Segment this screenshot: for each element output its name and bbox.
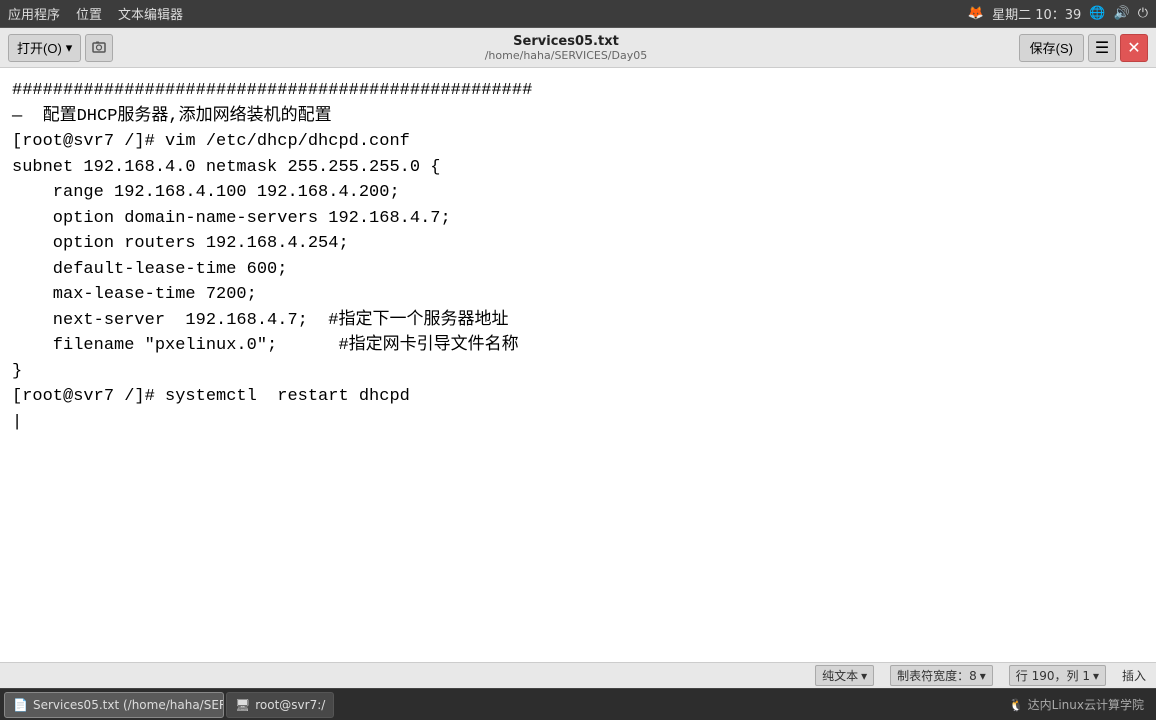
position-label: 行 190，列 1	[1016, 667, 1090, 684]
editor-line: filename "pxelinux.0"; #指定网卡引导文件名称	[12, 333, 1144, 359]
editor-line: option routers 192.168.4.254;	[12, 231, 1144, 257]
editor-line: [root@svr7 /]# vim /etc/dhcp/dhcpd.conf	[12, 129, 1144, 155]
editor-task-label: Services05.txt (/home/haha/SERVIC...	[33, 698, 224, 712]
mode-status: 插入	[1122, 667, 1146, 684]
file-title: Services05.txt	[513, 34, 619, 49]
system-bar: 应用程序 位置 文本编辑器 🦊 星期二 10：39 🌐 🔊 ⏻	[0, 0, 1156, 28]
tab-width-label: 制表符宽度：8	[897, 667, 977, 684]
editor-line: [root@svr7 /]# systemctl restart dhcpd	[12, 384, 1144, 410]
position-status: 行 190，列 1 ▾	[1009, 665, 1106, 686]
taskbar: 📄 Services05.txt (/home/haha/SERVIC... 🖥…	[0, 688, 1156, 720]
editor-task-icon: 📄	[13, 698, 28, 712]
toolbar-right: 保存(S) ☰ ✕	[1019, 34, 1148, 62]
plain-text-status: 纯文本 ▾	[815, 665, 874, 686]
firefox-icon: 🦊	[968, 6, 984, 21]
menu-button[interactable]: ☰	[1088, 34, 1116, 62]
status-bar: 纯文本 ▾ 制表符宽度：8 ▾ 行 190，列 1 ▾ 插入	[0, 662, 1156, 688]
open-button[interactable]: 打开(O) ▾	[8, 34, 81, 62]
editor-line: ########################################…	[12, 78, 1144, 104]
terminal-task-icon: 🖥	[235, 698, 250, 712]
position-dropdown[interactable]: 行 190，列 1 ▾	[1009, 665, 1106, 686]
mode-label: 插入	[1122, 667, 1146, 684]
location-menu[interactable]: 位置	[76, 4, 102, 23]
editor-line: range 192.168.4.100 192.168.4.200;	[12, 180, 1144, 206]
tab-width-status: 制表符宽度：8 ▾	[890, 665, 993, 686]
volume-icon: 🔊	[1114, 6, 1130, 21]
position-chevron: ▾	[1093, 669, 1099, 683]
network-icon: 🌐	[1089, 6, 1105, 21]
tab-width-chevron: ▾	[980, 669, 986, 683]
tab-width-dropdown[interactable]: 制表符宽度：8 ▾	[890, 665, 993, 686]
editor-line: subnet 192.168.4.0 netmask 255.255.255.0…	[12, 155, 1144, 181]
org-name: 达内Linux云计算学院	[1028, 696, 1144, 713]
editor-line: }	[12, 359, 1144, 385]
taskbar-right: 🐧 达内Linux云计算学院	[1001, 696, 1152, 713]
screenshot-button[interactable]	[85, 34, 113, 62]
system-bar-right: 🦊 星期二 10：39 🌐 🔊 ⏻	[968, 4, 1148, 23]
app-menu[interactable]: 应用程序	[8, 4, 60, 23]
taskbar-item-editor[interactable]: 📄 Services05.txt (/home/haha/SERVIC...	[4, 692, 224, 718]
plain-text-dropdown[interactable]: 纯文本 ▾	[815, 665, 874, 686]
datetime: 星期二 10：39	[992, 4, 1081, 23]
plain-text-label: 纯文本	[822, 667, 858, 684]
save-button[interactable]: 保存(S)	[1019, 34, 1084, 62]
open-dropdown-icon: ▾	[66, 40, 73, 56]
editor-line: next-server 192.168.4.7; #指定下一个服务器地址	[12, 308, 1144, 334]
editor-line: option domain-name-servers 192.168.4.7;	[12, 206, 1144, 232]
text-editor-menu[interactable]: 文本编辑器	[118, 4, 183, 23]
title-area: Services05.txt /home/haha/SERVICES/Day05	[117, 34, 1014, 62]
toolbar: 打开(O) ▾ Services05.txt /home/haha/SERVIC…	[0, 28, 1156, 68]
org-label: 🐧 达内Linux云计算学院	[1001, 696, 1152, 713]
main-window: 打开(O) ▾ Services05.txt /home/haha/SERVIC…	[0, 28, 1156, 688]
power-icon: ⏻	[1138, 6, 1148, 21]
open-label: 打开(O)	[17, 38, 62, 57]
editor-line: max-lease-time 7200;	[12, 282, 1144, 308]
editor-line	[12, 410, 1144, 436]
plain-text-chevron: ▾	[861, 669, 867, 683]
terminal-task-label: root@svr7:/	[255, 698, 325, 712]
editor-line: default-lease-time 600;	[12, 257, 1144, 283]
editor-content[interactable]: ########################################…	[0, 68, 1156, 662]
file-path: /home/haha/SERVICES/Day05	[485, 49, 648, 62]
system-bar-left: 应用程序 位置 文本编辑器	[8, 4, 183, 23]
close-button[interactable]: ✕	[1120, 34, 1148, 62]
taskbar-item-terminal[interactable]: 🖥 root@svr7:/	[226, 692, 334, 718]
screenshot-icon	[91, 40, 107, 56]
org-icon: 🐧	[1009, 698, 1024, 712]
editor-line: — 配置DHCP服务器,添加网络装机的配置	[12, 104, 1144, 130]
